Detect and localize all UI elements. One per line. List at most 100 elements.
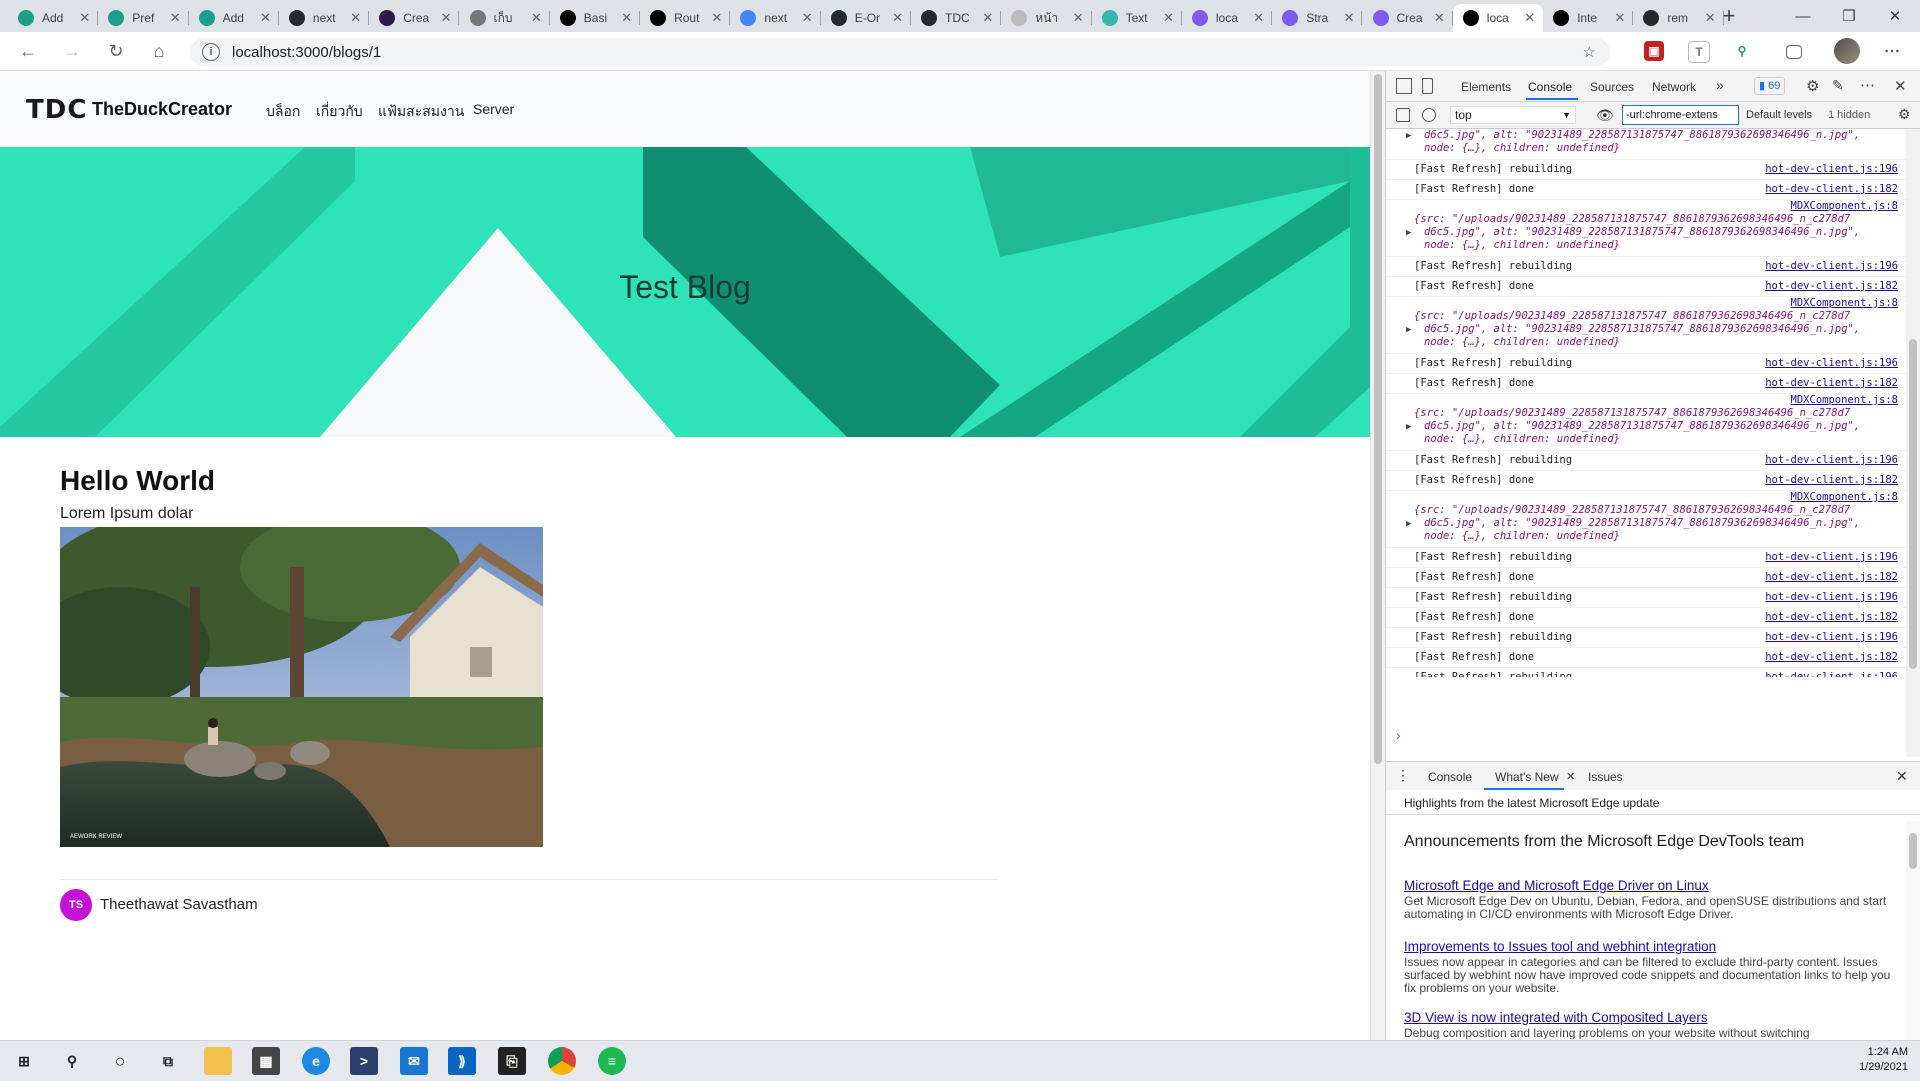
edge-icon[interactable]: e [302,1047,330,1075]
console-message[interactable]: [Fast Refresh] done hot-dev-client.js:182 [1386,179,1906,200]
minimize-icon[interactable]: — [1780,0,1826,32]
store-icon[interactable]: ▦ [252,1047,280,1075]
console-source-link[interactable]: hot-dev-client.js:182 [1765,377,1898,389]
console-filter-input[interactable]: -url:chrome-extens [1622,105,1739,125]
drawer-scrollbar[interactable] [1906,821,1920,1040]
console-source-link[interactable]: MDXComponent.js:8 [1791,297,1898,309]
chrome-icon[interactable] [548,1047,576,1075]
console-message[interactable]: [Fast Refresh] rebuilding hot-dev-client.… [1386,159,1906,180]
site-info-icon[interactable]: i [202,43,220,61]
browser-tab[interactable]: loca ✕ [1452,4,1544,32]
console-message[interactable]: MDXComponent.js:8 ▶ {src: "/uploads/902314… [1386,296,1906,354]
live-expression-icon[interactable]: 👁 [1596,107,1614,124]
expand-icon[interactable]: ▶ [1406,131,1411,141]
address-bar[interactable]: i localhost:3000/blogs/1 ☆ [190,38,1610,66]
nav-link-server[interactable]: Server [473,101,514,117]
console-scrollbar[interactable] [1906,129,1920,757]
close-tab-icon[interactable]: ✕ [350,10,361,26]
close-tab-icon[interactable]: ✕ [892,10,903,26]
console-message[interactable]: MDXComponent.js:8 ▶ {src: "/uploads/902314… [1386,490,1906,548]
site-logo[interactable]: TDC [26,95,87,125]
console-message[interactable]: [Fast Refresh] done hot-dev-client.js:182 [1386,567,1906,588]
browser-tab[interactable]: Stra ✕ [1272,4,1363,32]
log-levels-dropdown[interactable]: Default levels [1746,109,1812,121]
console-source-link[interactable]: hot-dev-client.js:196 [1765,454,1898,466]
close-tab-icon[interactable]: ✕ [1344,10,1355,26]
console-message[interactable]: [Fast Refresh] done hot-dev-client.js:182 [1386,470,1906,491]
console-message[interactable]: [Fast Refresh] rebuilding hot-dev-client.… [1386,627,1906,648]
reload-icon[interactable]: ↻ [102,37,130,65]
close-tab-icon[interactable]: ✕ [1163,10,1174,26]
close-tab-icon[interactable]: ✕ [1434,10,1445,26]
console-source-link[interactable]: MDXComponent.js:8 [1791,200,1898,212]
console-message[interactable]: [Fast Refresh] rebuilding hot-dev-client.… [1386,667,1906,677]
console-source-link[interactable]: hot-dev-client.js:196 [1765,551,1898,563]
back-icon[interactable]: ← [14,37,42,65]
more-options-icon[interactable]: ⋯ [1860,76,1875,94]
drawer-tab-issues[interactable]: Issues [1588,770,1623,784]
cortana-icon[interactable]: ○ [106,1047,134,1075]
tab-network[interactable]: Network [1652,80,1696,94]
browser-tab[interactable]: Add ✕ [189,4,279,32]
close-tab-icon[interactable]: ✕ [1614,10,1625,26]
console-message[interactable]: [Fast Refresh] done hot-dev-client.js:182 [1386,276,1906,297]
console-message[interactable]: [Fast Refresh] rebuilding hot-dev-client.… [1386,587,1906,608]
url-text[interactable]: localhost:3000/blogs/1 [232,44,381,61]
nav-link-portfolio[interactable]: แฟ้มสะสมงาน [378,101,464,123]
console-source-link[interactable]: hot-dev-client.js:196 [1765,631,1898,643]
console-source-link[interactable]: hot-dev-client.js:182 [1765,611,1898,623]
expand-icon[interactable]: ▶ [1406,228,1411,238]
home-icon[interactable]: ⌂ [145,37,173,65]
tab-elements[interactable]: Elements [1461,80,1511,94]
close-devtools-icon[interactable]: ✕ [1894,77,1907,95]
browser-tab[interactable]: next ✕ [730,4,821,32]
close-tab-icon[interactable]: ✕ [260,10,271,26]
close-tab-icon[interactable]: ✕ [79,10,90,26]
console-prompt[interactable]: › [1396,727,1401,743]
extension-icon[interactable]: ▣ [1644,41,1664,61]
console-source-link[interactable]: hot-dev-client.js:182 [1765,280,1898,292]
close-tab-icon[interactable]: ✕ [1253,10,1264,26]
forward-icon[interactable]: → [58,37,86,65]
browser-tab[interactable]: Basi ✕ [550,4,641,32]
expand-icon[interactable]: ▶ [1406,422,1411,432]
clear-console-icon[interactable] [1422,108,1436,122]
drawer-tab-whats-new[interactable]: What's New [1495,770,1559,784]
console-message[interactable]: MDXComponent.js:8 ▶ {src: "/uploads/902314… [1386,199,1906,257]
console-source-link[interactable]: hot-dev-client.js:182 [1765,571,1898,583]
browser-tab[interactable]: rem ✕ [1633,4,1724,32]
console-source-link[interactable]: hot-dev-client.js:196 [1765,163,1898,175]
translate-icon[interactable]: T [1688,41,1710,63]
site-name[interactable]: TheDuckCreator [92,99,232,120]
browser-tab[interactable]: Inte ✕ [1543,4,1634,32]
console-message[interactable]: [Fast Refresh] done hot-dev-client.js:182 [1386,373,1906,394]
console-source-link[interactable]: hot-dev-client.js:182 [1765,651,1898,663]
browser-tab[interactable]: Add ✕ [8,4,99,32]
mail-icon[interactable]: ✉ [400,1047,428,1075]
console-source-link[interactable]: MDXComponent.js:8 [1791,394,1898,406]
console-message[interactable]: [Fast Refresh] rebuilding hot-dev-client.… [1386,256,1906,277]
file-explorer-icon[interactable] [204,1047,232,1075]
browser-tab[interactable]: หน้า ✕ [1001,4,1092,32]
powershell-icon[interactable]: > [350,1047,378,1075]
browser-tab[interactable]: เก็บ ✕ [460,4,550,32]
console-source-link[interactable]: hot-dev-client.js:182 [1765,474,1898,486]
close-drawer-icon[interactable]: ✕ [1896,768,1908,785]
news-link-3d-view[interactable]: 3D View is now integrated with Composite… [1404,1010,1708,1025]
browser-tab[interactable]: Crea ✕ [1363,4,1453,32]
close-tab-icon[interactable]: ✕ [441,10,452,26]
restore-icon[interactable]: ❐ [1826,0,1872,32]
console-settings-icon[interactable]: ⚙ [1898,106,1911,123]
close-tab-icon[interactable]: ✕ [170,10,181,26]
browser-tab[interactable]: Rout ✕ [640,4,731,32]
close-tab-icon[interactable]: ✕ [711,10,722,26]
close-tab-icon[interactable]: ✕ [802,10,813,26]
device-toolbar-icon[interactable] [1422,78,1433,94]
nav-link-about[interactable]: เกี่ยวกับ [316,101,363,123]
browser-tab[interactable]: Pref ✕ [98,4,189,32]
close-tab-icon[interactable]: ✕ [1524,10,1535,26]
browser-tab[interactable]: TDC ✕ [911,4,1002,32]
issues-badge[interactable]: ▮ 69 [1754,77,1786,95]
search-icon[interactable]: ⚲ [58,1047,86,1075]
console-message[interactable]: [Fast Refresh] rebuilding hot-dev-client.… [1386,547,1906,568]
